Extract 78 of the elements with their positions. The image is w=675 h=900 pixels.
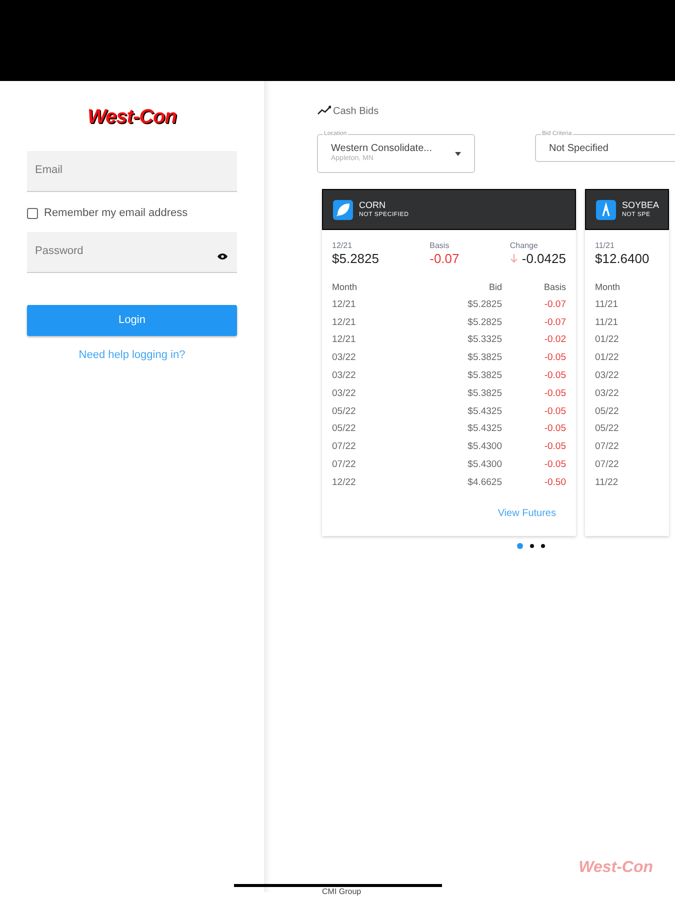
column-header: Month	[595, 280, 622, 294]
dropdown-caret-icon	[455, 152, 461, 156]
table-cell-text: -0.50	[543, 476, 566, 490]
eye-icon[interactable]	[217, 252, 228, 260]
table-cell-text: -0.07	[543, 316, 566, 330]
summary-price: $5.2825	[332, 252, 379, 265]
table-cell-text: -0.07	[543, 298, 566, 312]
summary-month: 12/21	[332, 240, 354, 252]
remember-label: Remember my email address	[44, 206, 188, 221]
table-cell-text: -0.02	[543, 333, 566, 348]
table-cell-text: 03/22	[595, 368, 620, 383]
table-cell-text: 03/22	[332, 368, 357, 383]
table-cell-text: $5.4300	[466, 440, 502, 454]
logo: West-Con	[88, 107, 176, 127]
table-cell-text: 01/22	[595, 333, 620, 348]
table-cell-text: 07/22	[595, 458, 620, 472]
table-cell-text: 07/22	[595, 440, 620, 454]
commodity-name: SOYBEA	[622, 201, 660, 210]
table-cell-text: $5.3825	[466, 351, 502, 366]
table-cell-text: 01/22	[595, 351, 620, 366]
table-cell-text: $5.4325	[466, 404, 502, 419]
table-cell-text: 12/21	[332, 298, 357, 312]
view-futures-link[interactable]: View Futures	[498, 506, 556, 521]
table-cell-text: -0.05	[543, 440, 566, 454]
table-cell-text: $5.3825	[466, 368, 502, 383]
table-cell-text: $5.2825	[466, 316, 502, 330]
table-cell-text: 05/22	[595, 404, 620, 419]
table-cell-text: 12/22	[332, 476, 357, 490]
table-cell-text: 07/22	[332, 458, 357, 472]
bid-criteria-value: Not Specified	[549, 142, 608, 156]
table-cell-text: $5.3325	[466, 333, 502, 348]
table-cell-text: 03/22	[595, 386, 620, 401]
summary-change: -0.0425	[522, 252, 566, 265]
table-cell-text: $5.2825	[466, 298, 502, 312]
table-cell-text: 05/22	[332, 422, 357, 436]
commodity-name: CORN	[359, 201, 386, 210]
bid-criteria-select[interactable]: Not Specified	[535, 134, 675, 162]
trend-icon	[317, 105, 331, 115]
login-button[interactable]: Login	[27, 304, 237, 336]
down-arrow-icon	[510, 254, 518, 263]
table-cell-text: -0.05	[543, 368, 566, 383]
help-link[interactable]: Need help logging in?	[78, 346, 186, 363]
column-header: Month	[332, 280, 358, 294]
table-cell-text: 03/22	[332, 386, 357, 401]
column-header: Basis	[542, 280, 566, 294]
company-label: CMI Group	[322, 888, 362, 896]
table-cell-text: 05/22	[332, 404, 357, 419]
email-field[interactable]: Email	[27, 151, 237, 192]
basis-label: Basis	[430, 240, 450, 252]
section-title: Cash Bids	[333, 105, 379, 119]
table-cell-text: 12/21	[332, 333, 357, 348]
table-cell-text: 11/22	[595, 476, 620, 490]
table-cell-text: 11/21	[595, 298, 620, 312]
summary-basis: -0.07	[430, 252, 460, 265]
leaf-icon	[333, 200, 353, 220]
summary-price: $12.6400	[595, 252, 650, 265]
table-cell-text: -0.05	[543, 386, 566, 401]
table-cell-text: -0.05	[543, 458, 566, 472]
remember-checkbox[interactable]	[27, 208, 38, 219]
table-cell-text: 07/22	[332, 440, 357, 454]
table-cell-text: 12/21	[332, 316, 357, 330]
table-cell-text: $5.3825	[466, 386, 502, 401]
table-cell-text: $5.4300	[466, 458, 502, 472]
table-cell-text: $5.4325	[466, 422, 502, 436]
table-cell-text: 05/22	[595, 422, 620, 436]
summary-month: 11/21	[595, 240, 616, 252]
password-field[interactable]: Password	[27, 232, 237, 272]
table-cell-text: 03/22	[332, 351, 357, 366]
table-cell-text: -0.05	[543, 351, 566, 366]
table-cell-text: 11/21	[595, 316, 620, 330]
location-value: Western Consolidate...	[331, 142, 433, 155]
plant-icon	[596, 200, 616, 220]
change-label: Change	[510, 240, 539, 252]
table-cell-text: -0.05	[543, 404, 566, 419]
table-cell-text: -0.05	[543, 422, 566, 436]
column-header: Bid	[488, 280, 502, 294]
footer-logo: West-Con	[578, 860, 653, 876]
table-cell-text: $4.6625	[466, 476, 502, 490]
